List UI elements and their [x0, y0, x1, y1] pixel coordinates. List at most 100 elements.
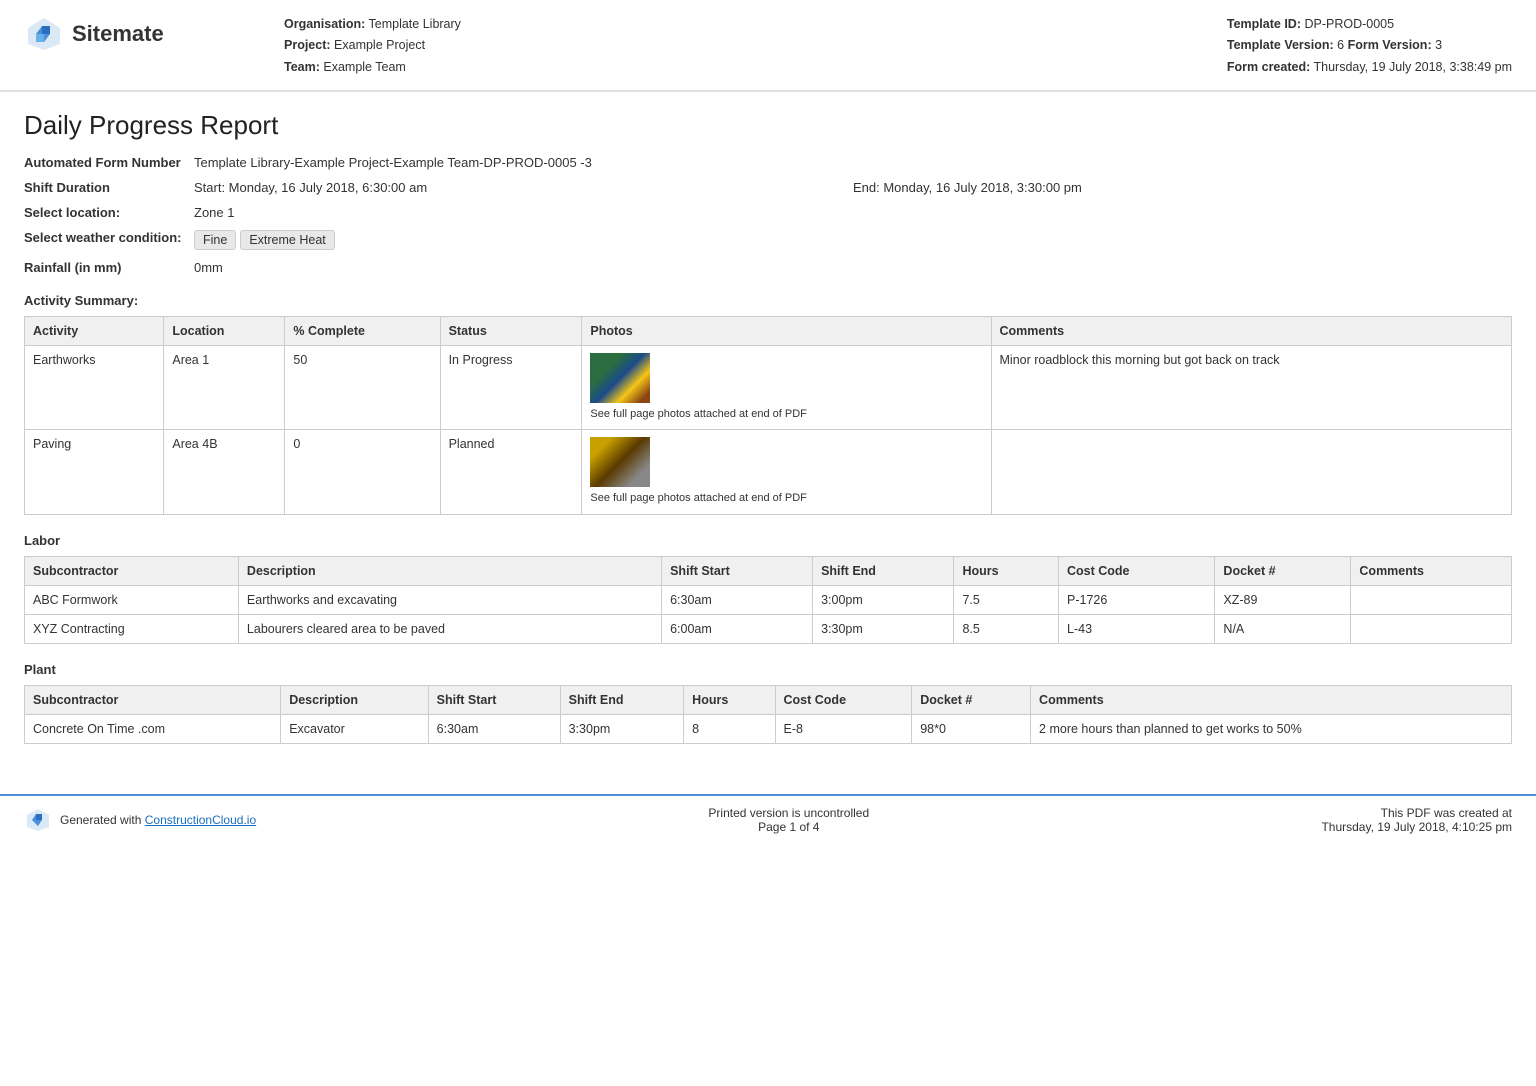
- col-location: Location: [164, 316, 285, 345]
- status-cell: Planned: [440, 430, 582, 514]
- plant-title: Plant: [24, 662, 1512, 677]
- labor-header-row: Subcontractor Description Shift Start Sh…: [25, 556, 1512, 585]
- activity-summary-header-row: Activity Location % Complete Status Phot…: [25, 316, 1512, 345]
- footer-right-text: This PDF was created at: [1321, 806, 1512, 820]
- footer-uncontrolled-text: Printed version is uncontrolled: [708, 806, 869, 820]
- col-shift-end: Shift End: [560, 685, 684, 714]
- col-subcontractor: Subcontractor: [25, 556, 239, 585]
- form-version-value: 3: [1435, 38, 1442, 52]
- col-docket: Docket #: [1215, 556, 1351, 585]
- docket-cell: N/A: [1215, 614, 1351, 643]
- status-cell: In Progress: [440, 345, 582, 429]
- col-shift-start: Shift Start: [662, 556, 813, 585]
- project-label: Project:: [284, 38, 331, 52]
- labor-title: Labor: [24, 533, 1512, 548]
- org-line: Organisation: Template Library: [284, 14, 1227, 35]
- location-cell: Area 4B: [164, 430, 285, 514]
- shift-end-cell: 3:30pm: [813, 614, 954, 643]
- plant-header-row: Subcontractor Description Shift Start Sh…: [25, 685, 1512, 714]
- template-id-label: Template ID:: [1227, 17, 1301, 31]
- project-value: Example Project: [334, 38, 425, 52]
- location-cell: Area 1: [164, 345, 285, 429]
- photo-caption: See full page photos attached at end of …: [590, 407, 806, 422]
- labor-row: XYZ Contracting Labourers cleared area t…: [25, 614, 1512, 643]
- hours-cell: 8: [684, 714, 775, 743]
- comments-cell: [1351, 614, 1512, 643]
- hours-cell: 8.5: [954, 614, 1059, 643]
- sitemate-logo-icon: [24, 14, 64, 54]
- template-version-line: Template Version: 6 Form Version: 3: [1227, 35, 1512, 56]
- footer-link[interactable]: ConstructionCloud.io: [145, 813, 256, 827]
- rainfall-label: Rainfall (in mm): [24, 260, 194, 275]
- subcontractor-cell: XYZ Contracting: [25, 614, 239, 643]
- activity-summary-tbody: Earthworks Area 1 50 In Progress See ful…: [25, 345, 1512, 514]
- col-percent-complete: % Complete: [285, 316, 440, 345]
- form-version-label: Form Version:: [1348, 38, 1432, 52]
- select-location-value: Zone 1: [194, 205, 1512, 220]
- col-docket: Docket #: [912, 685, 1031, 714]
- description-cell: Earthworks and excavating: [238, 585, 661, 614]
- percent-complete-cell: 50: [285, 345, 440, 429]
- col-cost-code: Cost Code: [1059, 556, 1215, 585]
- page-footer: Generated with ConstructionCloud.io Prin…: [0, 794, 1536, 844]
- org-value: Template Library: [369, 17, 461, 31]
- team-value: Example Team: [323, 60, 405, 74]
- weather-tag-fine: Fine: [194, 230, 236, 250]
- shift-start-cell: 6:30am: [428, 714, 560, 743]
- comments-cell: [1351, 585, 1512, 614]
- comments-cell: 2 more hours than planned to get works t…: [1031, 714, 1512, 743]
- footer-logo-icon: [24, 806, 52, 834]
- template-version-label: Template Version:: [1227, 38, 1334, 52]
- footer-right: This PDF was created at Thursday, 19 Jul…: [1321, 806, 1512, 834]
- footer-generated-text: Generated with: [60, 813, 141, 827]
- col-comments: Comments: [1351, 556, 1512, 585]
- col-activity: Activity: [25, 316, 164, 345]
- col-shift-end: Shift End: [813, 556, 954, 585]
- project-line: Project: Example Project: [284, 35, 1227, 56]
- template-id-value: DP-PROD-0005: [1304, 17, 1394, 31]
- report-title: Daily Progress Report: [24, 110, 1512, 141]
- plant-thead: Subcontractor Description Shift Start Sh…: [25, 685, 1512, 714]
- col-comments: Comments: [991, 316, 1511, 345]
- cost-code-cell: P-1726: [1059, 585, 1215, 614]
- activity-summary-table: Activity Location % Complete Status Phot…: [24, 316, 1512, 515]
- shift-duration-label: Shift Duration: [24, 180, 194, 195]
- team-line: Team: Example Team: [284, 57, 1227, 78]
- col-photos: Photos: [582, 316, 991, 345]
- cost-code-cell: E-8: [775, 714, 912, 743]
- activity-cell: Earthworks: [25, 345, 164, 429]
- main-content: Daily Progress Report Automated Form Num…: [0, 92, 1536, 774]
- col-comments: Comments: [1031, 685, 1512, 714]
- col-description: Description: [281, 685, 428, 714]
- logo-area: Sitemate: [24, 14, 224, 54]
- photo-caption: See full page photos attached at end of …: [590, 491, 806, 506]
- weather-values: Fine Extreme Heat: [194, 230, 1512, 250]
- col-hours: Hours: [684, 685, 775, 714]
- col-subcontractor: Subcontractor: [25, 685, 281, 714]
- org-label: Organisation:: [284, 17, 365, 31]
- docket-cell: 98*0: [912, 714, 1031, 743]
- weather-tag-heat: Extreme Heat: [240, 230, 334, 250]
- plant-tbody: Concrete On Time .com Excavator 6:30am 3…: [25, 714, 1512, 743]
- page-header: Sitemate Organisation: Template Library …: [0, 0, 1536, 92]
- rainfall-row: Rainfall (in mm) 0mm: [24, 260, 1512, 275]
- labor-tbody: ABC Formwork Earthworks and excavating 6…: [25, 585, 1512, 643]
- activity-cell: Paving: [25, 430, 164, 514]
- activity-row: Earthworks Area 1 50 In Progress See ful…: [25, 345, 1512, 429]
- labor-row: ABC Formwork Earthworks and excavating 6…: [25, 585, 1512, 614]
- col-hours: Hours: [954, 556, 1059, 585]
- subcontractor-cell: ABC Formwork: [25, 585, 239, 614]
- form-created-value: Thursday, 19 July 2018, 3:38:49 pm: [1314, 60, 1513, 74]
- form-created-line: Form created: Thursday, 19 July 2018, 3:…: [1227, 57, 1512, 78]
- rainfall-value: 0mm: [194, 260, 1512, 275]
- subcontractor-cell: Concrete On Time .com: [25, 714, 281, 743]
- activity-summary-title: Activity Summary:: [24, 293, 1512, 308]
- photo-container: See full page photos attached at end of …: [590, 437, 982, 506]
- activity-summary-thead: Activity Location % Complete Status Phot…: [25, 316, 1512, 345]
- photos-cell: See full page photos attached at end of …: [582, 430, 991, 514]
- labor-table: Subcontractor Description Shift Start Sh…: [24, 556, 1512, 644]
- template-version-value: 6: [1337, 38, 1344, 52]
- select-location-row: Select location: Zone 1: [24, 205, 1512, 220]
- shift-start-cell: 6:30am: [662, 585, 813, 614]
- hours-cell: 7.5: [954, 585, 1059, 614]
